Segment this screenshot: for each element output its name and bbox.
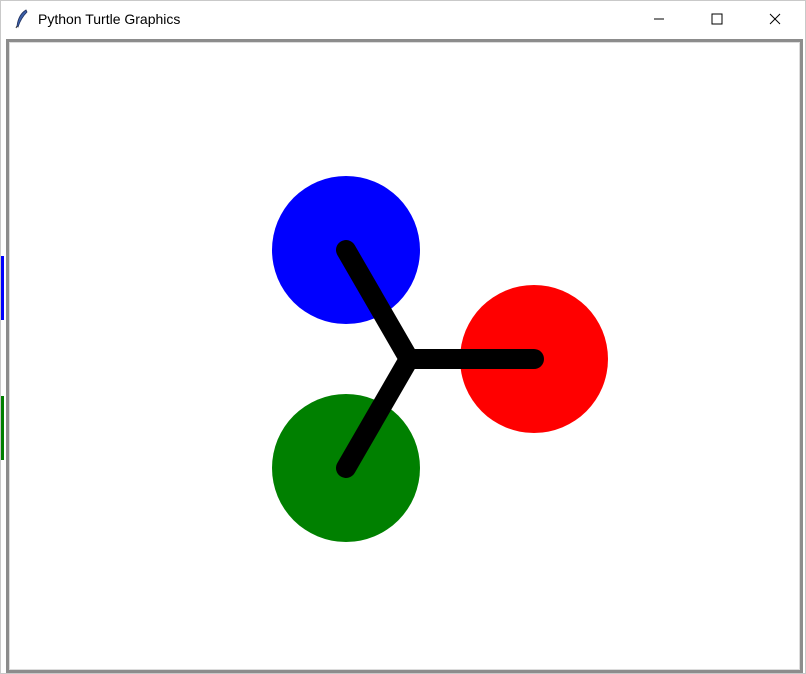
title-bar[interactable]: Python Turtle Graphics [1,1,805,36]
window-title: Python Turtle Graphics [38,11,181,27]
minimize-button[interactable] [630,1,688,36]
turtle-canvas[interactable] [9,42,800,670]
turtle-pen-lines [336,240,544,478]
maximize-button[interactable] [688,1,746,36]
turtle-drawing [272,176,608,542]
close-icon [769,13,781,24]
behind-window-strip-blue [1,256,4,320]
close-button[interactable] [746,1,804,36]
minimize-icon [654,18,664,19]
behind-window-strip-green [1,396,4,460]
turtle-window: Python Turtle Graphics [0,0,806,674]
feather-icon [15,9,28,29]
maximize-icon [711,13,723,24]
turtle-canvas-frame [6,39,803,673]
